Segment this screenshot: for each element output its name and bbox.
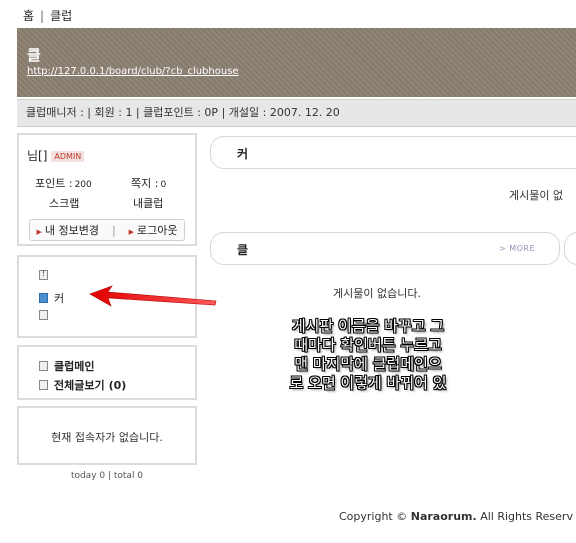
admin-badge: ADMIN [51,151,85,162]
board-empty-text: 게시물이 없습니다. [333,287,421,300]
breadcrumb: 홈 | 클럽 [23,7,72,24]
copyright-brand: Naraorum. [410,510,477,523]
club-url-link[interactable]: http://127.0.0.1/board/club/?cb_clubhous… [27,66,239,77]
profile-actions: ▶ 내 정보변경 | ▶ 로그아웃 [29,219,185,241]
footer-copyright: Copyright © Naraorum. All Rights Reserv [339,510,573,523]
annotation-line: 때마다 확인버튼 누르고 [294,336,442,354]
profile-name: 님[] ADMIN [27,147,85,164]
breadcrumb-home-link[interactable]: 홈 [23,9,34,23]
memo-label: 쪽지 : [131,177,159,190]
notice-icon [39,269,48,280]
annotation-arrow-icon [89,285,217,307]
menu-item-2[interactable]: 커 [39,290,64,306]
club-main-label: 클럽메인 [54,360,95,373]
all-posts-label: 전체글보기 [54,379,105,392]
user-name: 님[] [27,149,48,163]
edit-info-button[interactable]: ▶ 내 정보변경 [36,222,99,238]
club-links-box: 클럽메인 전체글보기 (0) [17,345,197,400]
points-stat: 포인트 :200 [35,175,92,191]
breadcrumb-club-link[interactable]: 클럽 [50,9,72,23]
edit-info-label: 내 정보변경 [44,224,99,237]
board-panel-3[interactable] [564,232,576,265]
divider: | [111,223,116,237]
logout-button[interactable]: ▶ 로그아웃 [129,222,178,238]
scrap-link[interactable]: 스크랩 [49,195,79,211]
more-label: MORE [509,244,535,253]
all-posts-count: (0) [108,378,127,392]
board-empty-text: 게시물이 없 [509,189,564,202]
document-icon [39,380,48,390]
club-title: 클 [27,46,41,64]
memo-stat[interactable]: 쪽지 :0 [131,175,166,191]
board-panel-1[interactable]: 커 [210,136,576,169]
club-info-bar: 클럽매니저 : | 회원 : 1 | 클럽포인트 : 0P | 개설일 : 20… [17,99,576,127]
logout-label: 로그아웃 [137,224,178,237]
club-main-link[interactable]: 클럽메인 [39,358,94,374]
board-panel-2[interactable]: 클 > MORE [210,232,560,265]
image-board-icon [39,293,48,303]
triangle-right-icon: ▶ [36,228,42,236]
board-title: 커 [237,147,249,161]
visitor-text: 현재 접속자가 없습니다. [51,431,163,444]
annotation-text: 게시판 이름을 바꾸고 그 때마다 확인버튼 누르고 맨 마지막에 클럽메인으 … [268,317,468,393]
triangle-right-icon: ▶ [128,228,135,236]
document-icon [39,361,48,371]
visit-counter: today 0 | total 0 [70,471,144,481]
more-link[interactable]: > MORE [499,244,535,253]
visitor-box: 현재 접속자가 없습니다. [17,406,197,465]
breadcrumb-separator: | [40,9,45,23]
annotation-line: 게시판 이름을 바꾸고 그 [291,317,445,335]
document-icon [39,310,48,320]
copyright-prefix: Copyright © [339,510,408,523]
more-arrow-icon: > [498,244,510,253]
menu-item-1[interactable] [39,269,54,280]
points-label: 포인트 : [35,177,73,190]
copyright-suffix: All Rights Reserv [480,510,573,523]
annotation-line: 로 오면 이렇게 바뀌어 있 [289,374,447,392]
points-value: 200 [74,180,92,190]
memo-value: 0 [160,180,167,190]
profile-box: 님[] ADMIN 포인트 :200 쪽지 :0 스크랩 내클럽 ▶ 내 정보변경 … [17,133,197,246]
club-banner: 클 http://127.0.0.1/board/club/?cb_clubho… [17,28,576,97]
all-posts-link[interactable]: 전체글보기 (0) [39,377,126,393]
menu-item-3[interactable] [39,310,54,320]
board-title: 클 [237,243,249,257]
annotation-line: 맨 마지막에 클럽메인으 [294,355,442,373]
my-club-link[interactable]: 내클럽 [133,195,163,211]
menu-item-label: 커 [54,292,65,305]
